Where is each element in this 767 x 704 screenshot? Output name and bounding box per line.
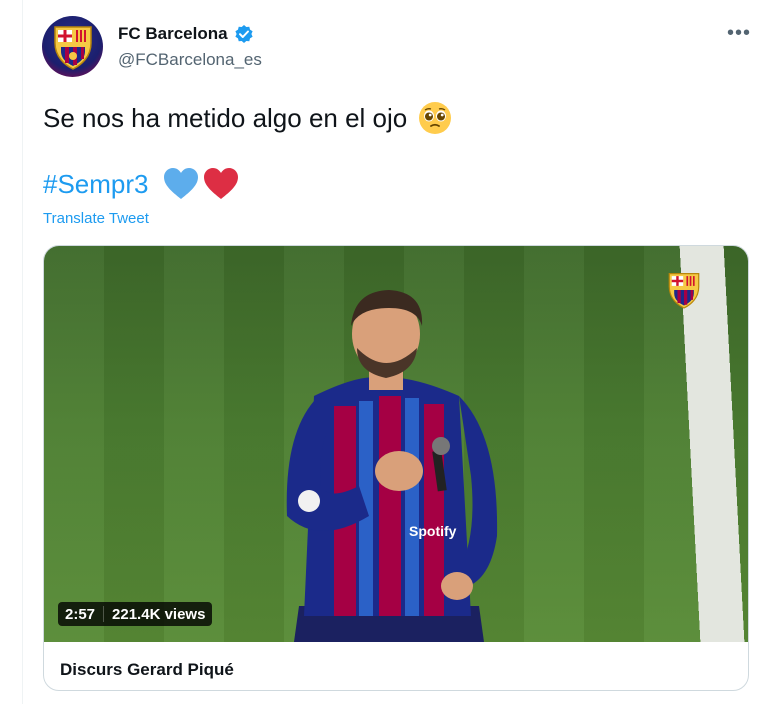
more-options-icon[interactable]: ••• <box>727 23 751 43</box>
tweet: FC Barcelona @FCBarcelona_es ••• Se nos … <box>0 0 767 704</box>
fc-barcelona-crest-icon <box>53 25 92 70</box>
badge-divider <box>103 606 105 622</box>
verified-badge-icon <box>234 25 253 43</box>
avatar[interactable] <box>42 16 103 77</box>
player-figure: Spotify <box>286 290 498 642</box>
tweet-text: Se nos ha metido algo en el ojo <box>43 100 453 136</box>
author-handle[interactable]: @FCBarcelona_es <box>118 50 262 70</box>
sponsor-logo: Spotify <box>409 523 457 539</box>
blue-heart-emoji <box>163 168 198 199</box>
hashtag-link[interactable]: #Sempr3 <box>43 169 149 200</box>
tweet-text-content: Se nos ha metido algo en el ojo <box>43 103 408 133</box>
author-info[interactable]: FC Barcelona <box>118 24 254 44</box>
video-info-badge: 2:57 221.4K views <box>58 602 213 626</box>
hearts <box>163 167 239 201</box>
media-card[interactable]: Spotify 2:57 221.4K views Discurs Gerard… <box>43 245 749 691</box>
fc-barcelona-crest-icon <box>668 273 700 309</box>
author-name[interactable]: FC Barcelona <box>118 24 228 44</box>
red-heart-emoji <box>203 168 238 199</box>
video-duration: 2:57 <box>65 605 96 623</box>
hashtag-row: #Sempr3 <box>43 167 239 201</box>
video-views: 221.4K views <box>112 605 206 623</box>
translate-tweet-link[interactable]: Translate Tweet <box>43 210 149 227</box>
video-player[interactable]: Spotify 2:57 221.4K views <box>44 246 748 642</box>
pleading-face-emoji <box>419 102 452 134</box>
timeline-border <box>22 0 23 704</box>
video-caption[interactable]: Discurs Gerard Piqué <box>60 660 234 680</box>
